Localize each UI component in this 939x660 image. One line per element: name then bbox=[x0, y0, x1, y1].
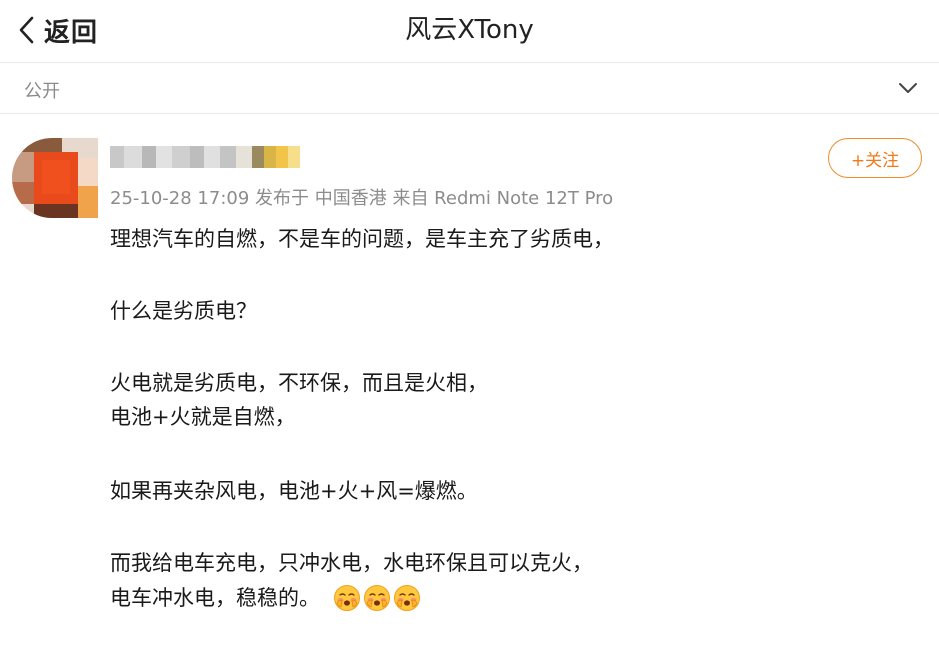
avatar[interactable] bbox=[12, 138, 98, 218]
post-line: 电池+火就是自燃， bbox=[110, 405, 296, 429]
top-navigation-bar: 返回 风云XTony bbox=[0, 0, 939, 63]
post-line: 电车冲水电，稳稳的。 bbox=[110, 586, 320, 610]
chevron-down-icon[interactable] bbox=[897, 78, 919, 98]
post-line: 理想汽车的自燃，不是车的问题，是车主充了劣质电， bbox=[110, 227, 614, 251]
emoji-row bbox=[333, 584, 421, 614]
face-blush-icon bbox=[364, 585, 390, 611]
follow-button[interactable]: +关注 bbox=[828, 138, 922, 178]
visibility-label: 公开 bbox=[24, 81, 60, 102]
visibility-selector[interactable]: 公开 bbox=[0, 63, 939, 114]
face-blush-icon bbox=[334, 585, 360, 611]
author-name[interactable] bbox=[110, 146, 300, 168]
post-card: 25-10-28 17:09 发布于 中国香港 来自 Redmi Note 12… bbox=[0, 114, 939, 660]
post-meta: 25-10-28 17:09 发布于 中国香港 来自 Redmi Note 12… bbox=[110, 188, 614, 209]
post-line: 如果再夹杂风电，电池+火+风=爆燃。 bbox=[110, 479, 478, 503]
post-line: 而我给电车充电，只冲水电，水电环保且可以克火， bbox=[110, 551, 593, 575]
post-line: 火电就是劣质电，不环保，而且是火相， bbox=[110, 371, 488, 395]
post-line: 什么是劣质电？ bbox=[110, 299, 257, 323]
face-blush-icon bbox=[394, 585, 420, 611]
page-title: 风云XTony bbox=[405, 15, 534, 45]
